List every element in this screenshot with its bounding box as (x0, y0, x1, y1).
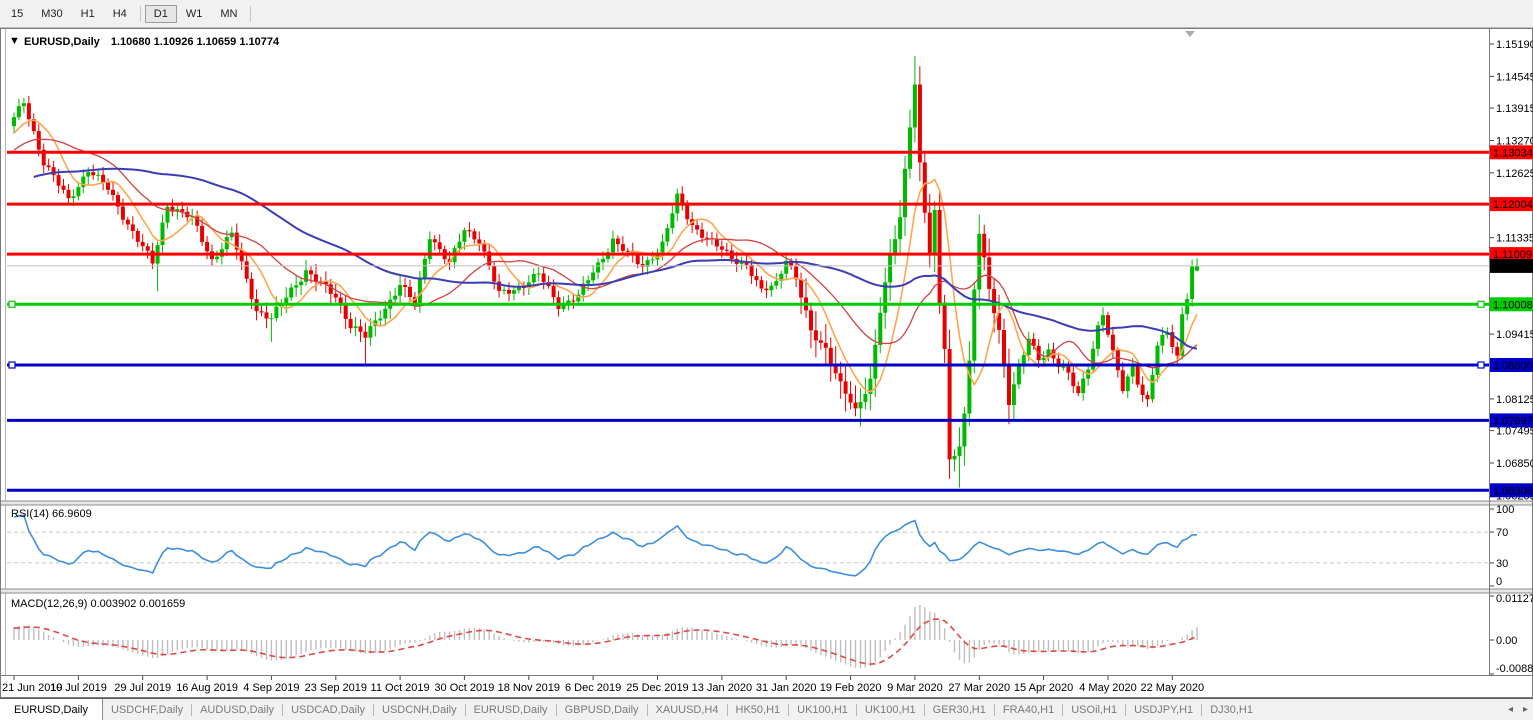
rsi-tick-label: 100 (1496, 504, 1514, 516)
macd-tick-label: -0.008845 (1496, 663, 1533, 675)
timeframe-button-h1[interactable]: H1 (72, 5, 104, 23)
date-label: 25 Dec 2019 (626, 682, 688, 694)
tab-scroll-arrows: ◂ ▸ (1508, 699, 1528, 719)
tab-item-ger30-h1[interactable]: GER30,H1 (925, 699, 994, 720)
tab-item-usdchf-daily[interactable]: USDCHF,Daily (103, 699, 191, 720)
price-tick-label: 1.15190 (1496, 39, 1533, 51)
panel-separator[interactable] (1, 502, 1532, 505)
timeframe-button-m30[interactable]: M30 (32, 5, 71, 23)
tab-item-hk50-h1[interactable]: HK50,H1 (728, 699, 789, 720)
price-tick-label: 1.09415 (1496, 329, 1533, 341)
tab-item-usdcad-daily[interactable]: USDCAD,Daily (283, 699, 373, 720)
price-tick-label: 1.13915 (1496, 103, 1533, 115)
timeframe-button-15[interactable]: 15 (2, 5, 32, 23)
tab-item-eurusd-daily[interactable]: EURUSD,Daily (0, 699, 103, 720)
price-tick-label: 1.06850 (1496, 458, 1533, 470)
tab-item-uk100-h1[interactable]: UK100,H1 (857, 699, 924, 720)
macd-tick-label: 0.011277 (1496, 593, 1533, 605)
tab-item-audusd-daily[interactable]: AUDUSD,Daily (192, 699, 282, 720)
tab-item-eurusd-daily[interactable]: EURUSD,Daily (466, 699, 556, 720)
symbol-tab-bar: EURUSD,DailyUSDCHF,DailyAUDUSD,DailyUSDC… (0, 698, 1533, 720)
tab-item-xauusd-h4[interactable]: XAUUSD,H4 (648, 699, 727, 720)
rsi-tick-label: 0 (1496, 576, 1502, 588)
rsi-label: RSI(14) 66.9609 (11, 508, 92, 520)
tab-item-fra40-h1[interactable]: FRA40,H1 (995, 699, 1062, 720)
chart-plot-area[interactable] (7, 30, 1489, 500)
timeframe-button-mn[interactable]: MN (211, 5, 246, 23)
chart-window: 100 70 30 0 0.011277 0.00 -0.008845 1.15190 1.… (0, 0, 1533, 720)
date-label: 15 Apr 2020 (1014, 682, 1073, 694)
tab-item-usdjpy-h1[interactable]: USDJPY,H1 (1126, 699, 1201, 720)
tab-item-dj30-h1[interactable]: DJ30,H1 (1202, 699, 1261, 720)
timeframe-toolbar: 15M30H1H4 D1W1MN (0, 0, 1533, 28)
date-label: 31 Jan 2020 (756, 682, 817, 694)
price-level-badge-label: 1.08800 (1493, 360, 1533, 372)
rsi-tick-label: 30 (1496, 558, 1508, 570)
tab-item-usdcnh-daily[interactable]: USDCNH,Daily (374, 699, 465, 720)
price-level-badge-label: 1.06306 (1493, 485, 1533, 497)
price-tick-label: 1.12625 (1496, 168, 1533, 180)
date-label: 18 Nov 2019 (498, 682, 560, 694)
date-label: 30 Oct 2019 (434, 682, 494, 694)
rsi-tick-label: 70 (1496, 527, 1508, 539)
tab-item-gbpusd-daily[interactable]: GBPUSD,Daily (557, 699, 647, 720)
timeframe-button-d1[interactable]: D1 (145, 5, 177, 23)
macd-label: MACD(12,26,9) 0.003902 0.001659 (11, 598, 185, 610)
date-label: 4 Sep 2019 (243, 682, 299, 694)
date-label: 19 Feb 2020 (820, 682, 882, 694)
tab-item-usoil-h1[interactable]: USOil,H1 (1063, 699, 1125, 720)
price-level-badge-label: 1.07697 (1493, 415, 1533, 427)
date-label: 6 Dec 2019 (565, 682, 621, 694)
tab-item-uk100-h1[interactable]: UK100,H1 (789, 699, 856, 720)
date-label: 10 Jul 2019 (50, 682, 107, 694)
date-label: 13 Jan 2020 (692, 682, 753, 694)
toolbar-separator (140, 6, 141, 22)
timeframe-button-w1[interactable]: W1 (177, 5, 212, 23)
date-label: 22 May 2020 (1140, 682, 1204, 694)
macd-tick-label: 0.00 (1496, 635, 1517, 647)
tabs-scroll-left-icon[interactable]: ◂ (1508, 704, 1513, 715)
price-level-badge-label: 1.10774 (1493, 261, 1533, 273)
date-label: 4 May 2020 (1079, 682, 1136, 694)
price-level-badge-label: 1.10008 (1493, 299, 1533, 311)
price-tick-label: 1.11335 (1496, 233, 1533, 245)
price-axis[interactable]: 1.151901.145451.139151.132701.126251.113… (1490, 39, 1533, 502)
tabs-scroll-right-icon[interactable]: ▸ (1523, 704, 1528, 715)
date-label: 27 Mar 2020 (948, 682, 1010, 694)
price-tick-label: 1.14545 (1496, 71, 1533, 83)
price-level-badge-label: 1.12004 (1493, 199, 1533, 211)
toolbar-separator (250, 6, 251, 22)
date-label: 23 Sep 2019 (305, 682, 367, 694)
date-label: 16 Aug 2019 (176, 682, 238, 694)
panel-separator[interactable] (1, 590, 1532, 593)
price-tick-label: 1.08125 (1496, 394, 1533, 406)
date-label: 9 Mar 2020 (887, 682, 943, 694)
price-level-badge-label: 1.13034 (1493, 147, 1533, 159)
timeframe-button-h4[interactable]: H4 (104, 5, 136, 23)
date-label: 11 Oct 2019 (371, 682, 430, 694)
date-label: 29 Jul 2019 (114, 682, 171, 694)
